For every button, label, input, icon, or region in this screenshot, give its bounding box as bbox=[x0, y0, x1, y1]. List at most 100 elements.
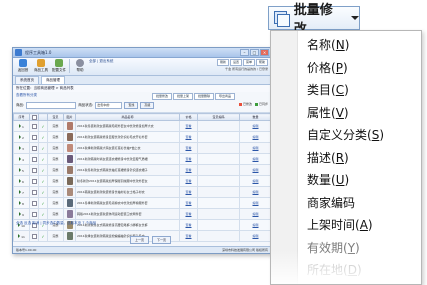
menu-item[interactable]: 自定义分类(S) bbox=[307, 124, 384, 147]
price-link[interactable]: 查看 bbox=[179, 208, 198, 220]
batch-list-button[interactable]: 批量上架 bbox=[173, 93, 194, 100]
table-row[interactable]: 4 ✓ 完整 2011新款韩版时尚女装连衣裙修身中长款显瘦气质裙 查看 编辑 bbox=[13, 153, 271, 165]
selection-links[interactable]: 全选 反选 取消 | 同步选中数量，选取本页 7 个商品 bbox=[16, 221, 96, 226]
maximize-button[interactable]: □ bbox=[250, 49, 259, 56]
price-link[interactable]: 查看 bbox=[179, 186, 198, 198]
edit-link[interactable]: 编辑 bbox=[239, 175, 271, 187]
edit-link[interactable]: 编辑 bbox=[239, 230, 271, 242]
price-link[interactable]: 查看 bbox=[179, 164, 198, 176]
keyword-input[interactable] bbox=[26, 102, 77, 109]
column-header[interactable]: 数量 bbox=[239, 113, 271, 121]
price-link[interactable]: 查看 bbox=[179, 219, 198, 231]
column-header[interactable] bbox=[29, 113, 39, 121]
row-checkbox-cell[interactable] bbox=[29, 164, 39, 176]
price-link[interactable]: 查看 bbox=[179, 131, 198, 143]
edit-link[interactable]: 编辑 bbox=[239, 164, 271, 176]
table-row[interactable]: 3 ✓ 完整 2011秋季新款韩版大码女装打底衫长袖T恤上衣 查看 编辑 bbox=[13, 142, 271, 154]
row-checkbox-cell[interactable] bbox=[29, 131, 39, 143]
edit-link[interactable]: 编辑 bbox=[239, 153, 271, 165]
menu-item[interactable]: 商家编码 bbox=[307, 192, 384, 215]
row-checkbox[interactable] bbox=[31, 167, 37, 173]
menu-button[interactable]: 菜单 bbox=[242, 59, 255, 66]
toolbar-button-home[interactable]: 返回首 bbox=[15, 58, 31, 74]
status-select[interactable]: 出售中的 bbox=[95, 102, 123, 109]
column-header[interactable]: 序号 bbox=[13, 113, 30, 121]
row-checkbox[interactable] bbox=[31, 134, 37, 140]
search-button[interactable]: 查找 bbox=[124, 102, 139, 109]
row-checkbox[interactable] bbox=[31, 178, 37, 184]
tab-product-manage[interactable]: 商品管理 bbox=[41, 76, 65, 84]
menu-item[interactable]: 描述(R) bbox=[307, 147, 384, 170]
table-row[interactable]: 1 ✓ 完整 2011秋冬装新款女装韩版毛呢外套女中长款修身加厚大衣 查看 编辑 bbox=[13, 120, 271, 132]
export-button[interactable]: 导出商品 bbox=[215, 93, 236, 100]
tab-home[interactable]: 系统首页 bbox=[15, 76, 39, 84]
row-checkbox-cell[interactable] bbox=[29, 186, 39, 198]
next-page-button[interactable]: 下一页 bbox=[152, 236, 172, 244]
batch-modify-button[interactable]: 批量修改 bbox=[268, 3, 360, 37]
product-thumbnail[interactable] bbox=[63, 230, 76, 242]
table-row[interactable]: 2 ✓ 完整 2011新款女装韩版修身显瘦长款针织衫毛衣开衫外套 查看 编辑 bbox=[13, 131, 271, 143]
category-link[interactable]: 查看所有分类 bbox=[16, 93, 37, 98]
table-row[interactable]: 6 ✓ 完整 秋冬新款2011女装韩版加厚保暖羽绒服中长款外套女 查看 编辑 bbox=[13, 175, 271, 187]
toolbar-button-help[interactable]: 帮助 bbox=[72, 58, 88, 74]
batch-delete-button[interactable]: 批量删除 bbox=[194, 93, 215, 100]
product-thumbnail[interactable] bbox=[63, 175, 76, 187]
row-checkbox[interactable] bbox=[31, 189, 37, 195]
price-link[interactable]: 查看 bbox=[179, 175, 198, 187]
row-checkbox[interactable] bbox=[31, 123, 37, 129]
edit-link[interactable]: 编辑 bbox=[239, 186, 271, 198]
column-header[interactable]: 商品名称 bbox=[75, 113, 180, 121]
product-thumbnail[interactable] bbox=[63, 197, 76, 209]
row-checkbox-cell[interactable] bbox=[29, 208, 39, 220]
column-header[interactable]: 价格 bbox=[179, 113, 198, 121]
product-thumbnail[interactable] bbox=[63, 186, 76, 198]
edit-link[interactable]: 编辑 bbox=[239, 208, 271, 220]
row-checkbox-cell[interactable] bbox=[29, 197, 39, 209]
row-checkbox[interactable] bbox=[31, 145, 37, 151]
product-thumbnail[interactable] bbox=[63, 131, 76, 143]
menu-item[interactable]: 类目(C) bbox=[307, 79, 384, 102]
menu-item[interactable]: 属性(V) bbox=[307, 102, 384, 125]
select-all-checkbox[interactable] bbox=[31, 114, 37, 120]
refresh-button[interactable]: 刷新 bbox=[216, 59, 229, 66]
product-thumbnail[interactable] bbox=[63, 120, 76, 132]
product-thumbnail[interactable] bbox=[63, 153, 76, 165]
table-row[interactable]: 5 ✓ 完整 2011秋冬新款女式韩版长袖打底裙修身针织连衣裙子 查看 编辑 bbox=[13, 164, 271, 176]
table-row[interactable]: 7 ✓ 完整 2011韩版女装新款秋装修身长袖衬衫女士格子衬衣 查看 编辑 bbox=[13, 186, 271, 198]
menu-item[interactable]: 数量(U) bbox=[307, 169, 384, 192]
edit-link[interactable]: 编辑 bbox=[239, 197, 271, 209]
table-row[interactable]: 9 ✓ 完整 韩版2011新款女装秋装休闲运动套装卫衣两件套 查看 编辑 bbox=[13, 208, 271, 220]
row-checkbox-cell[interactable] bbox=[29, 230, 39, 242]
product-thumbnail[interactable] bbox=[63, 142, 76, 154]
column-header[interactable]: 图片 bbox=[63, 113, 76, 121]
row-checkbox-cell[interactable] bbox=[29, 153, 39, 165]
price-link[interactable]: 查看 bbox=[179, 230, 198, 242]
row-checkbox-cell[interactable] bbox=[29, 120, 39, 132]
settings-button[interactable]: 设置 bbox=[229, 59, 242, 66]
row-checkbox[interactable] bbox=[31, 233, 37, 239]
price-link[interactable]: 查看 bbox=[179, 197, 198, 209]
top-links[interactable]: 全部 | 退出系统 bbox=[89, 59, 113, 64]
price-link[interactable]: 查看 bbox=[179, 120, 198, 132]
menu-item[interactable]: 价格(P) bbox=[307, 57, 384, 80]
toolbar-button-config[interactable]: 配置文件 bbox=[51, 58, 67, 74]
row-checkbox-cell[interactable] bbox=[29, 142, 39, 154]
menu-item[interactable]: 名称(N) bbox=[307, 34, 384, 57]
minimize-button[interactable]: – bbox=[240, 49, 249, 56]
edit-link[interactable]: 编辑 bbox=[239, 142, 271, 154]
product-thumbnail[interactable] bbox=[63, 164, 76, 176]
price-link[interactable]: 查看 bbox=[179, 142, 198, 154]
edit-link[interactable]: 编辑 bbox=[239, 131, 271, 143]
batch-modify-button[interactable]: 批量修改 bbox=[152, 93, 173, 100]
toolbar-button-tools[interactable]: 商品工具 bbox=[33, 58, 49, 74]
column-header[interactable]: 宝贝编码 bbox=[197, 113, 240, 121]
product-thumbnail[interactable] bbox=[63, 208, 76, 220]
table-row[interactable]: 8 ✓ 完整 2011冬季新款韩版女装毛领棉衣中长款加厚棉服外套 查看 编辑 bbox=[13, 197, 271, 209]
menu-item[interactable]: 上架时间(A) bbox=[307, 214, 384, 237]
help-button[interactable]: 帮助 bbox=[255, 59, 268, 66]
column-header[interactable] bbox=[38, 113, 48, 121]
column-header[interactable]: 宝贝 bbox=[47, 113, 64, 121]
row-checkbox-cell[interactable] bbox=[29, 175, 39, 187]
row-checkbox[interactable] bbox=[31, 156, 37, 162]
edit-link[interactable]: 编辑 bbox=[239, 120, 271, 132]
